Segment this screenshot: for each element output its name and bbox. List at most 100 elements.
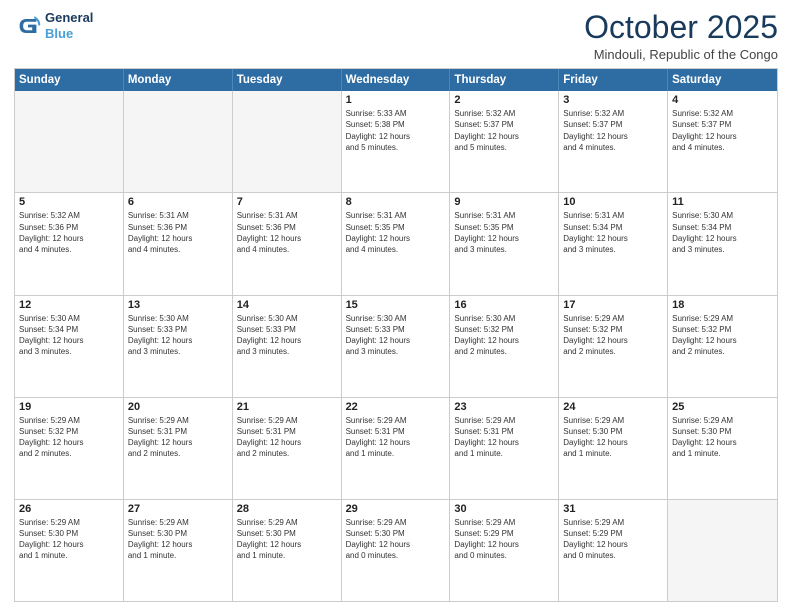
day-info: Sunrise: 5:29 AM Sunset: 5:31 PM Dayligh… — [128, 415, 228, 460]
location: Mindouli, Republic of the Congo — [584, 47, 778, 62]
day-number: 26 — [19, 503, 119, 515]
day-cell-11: 11 Sunrise: 5:30 AM Sunset: 5:34 PM Dayli… — [668, 193, 777, 294]
day-info: Sunrise: 5:30 AM Sunset: 5:34 PM Dayligh… — [672, 210, 773, 255]
day-info: Sunrise: 5:29 AM Sunset: 5:29 PM Dayligh… — [454, 517, 554, 562]
weekday-header-friday: Friday — [559, 69, 668, 91]
calendar-header: SundayMondayTuesdayWednesdayThursdayFrid… — [15, 69, 777, 91]
day-cell-3: 3 Sunrise: 5:32 AM Sunset: 5:37 PM Daylig… — [559, 91, 668, 192]
logo-line1: General — [45, 10, 93, 26]
day-cell-21: 21 Sunrise: 5:29 AM Sunset: 5:31 PM Dayli… — [233, 398, 342, 499]
day-number: 22 — [346, 401, 446, 413]
day-info: Sunrise: 5:33 AM Sunset: 5:38 PM Dayligh… — [346, 108, 446, 153]
day-cell-17: 17Sunrise: 5:29 AM Sunset: 5:32 PM Dayli… — [559, 296, 668, 397]
logo-text: General Blue — [45, 10, 93, 41]
weekday-header-thursday: Thursday — [450, 69, 559, 91]
month-title: October 2025 — [584, 10, 778, 45]
day-number: 9 — [454, 196, 554, 208]
day-info: Sunrise: 5:29 AM Sunset: 5:31 PM Dayligh… — [454, 415, 554, 460]
day-cell-2: 2Sunrise: 5:32 AM Sunset: 5:37 PM Daylig… — [450, 91, 559, 192]
day-cell-8: 8Sunrise: 5:31 AM Sunset: 5:35 PM Daylig… — [342, 193, 451, 294]
day-cell-23: 23 Sunrise: 5:29 AM Sunset: 5:31 PM Dayli… — [450, 398, 559, 499]
calendar-row-5: 26 Sunrise: 5:29 AM Sunset: 5:30 PM Dayli… — [15, 499, 777, 601]
day-number: 5 — [19, 196, 119, 208]
day-info: Sunrise: 5:30 AM Sunset: 5:33 PM Dayligh… — [346, 313, 446, 358]
day-info: Sunrise: 5:29 AM Sunset: 5:30 PM Dayligh… — [346, 517, 446, 562]
day-info: Sunrise: 5:29 AM Sunset: 5:30 PM Dayligh… — [19, 517, 119, 562]
day-number: 21 — [237, 401, 337, 413]
day-number: 1 — [346, 94, 446, 106]
day-number: 24 — [563, 401, 663, 413]
day-number: 19 — [19, 401, 119, 413]
day-cell-20: 20 Sunrise: 5:29 AM Sunset: 5:31 PM Dayli… — [124, 398, 233, 499]
day-cell-1: 1 Sunrise: 5:33 AM Sunset: 5:38 PM Daylig… — [342, 91, 451, 192]
weekday-header-tuesday: Tuesday — [233, 69, 342, 91]
day-cell-31: 31 Sunrise: 5:29 AM Sunset: 5:29 PM Dayli… — [559, 500, 668, 601]
logo-icon — [14, 12, 42, 40]
empty-cell — [124, 91, 233, 192]
day-number: 14 — [237, 299, 337, 311]
day-cell-27: 27 Sunrise: 5:29 AM Sunset: 5:30 PM Dayli… — [124, 500, 233, 601]
day-cell-18: 18Sunrise: 5:29 AM Sunset: 5:32 PM Dayli… — [668, 296, 777, 397]
day-cell-10: 10 Sunrise: 5:31 AM Sunset: 5:34 PM Dayli… — [559, 193, 668, 294]
day-number: 6 — [128, 196, 228, 208]
day-info: Sunrise: 5:30 AM Sunset: 5:33 PM Dayligh… — [237, 313, 337, 358]
day-cell-28: 28 Sunrise: 5:29 AM Sunset: 5:30 PM Dayli… — [233, 500, 342, 601]
day-info: Sunrise: 5:30 AM Sunset: 5:32 PM Dayligh… — [454, 313, 554, 358]
weekday-header-monday: Monday — [124, 69, 233, 91]
day-number: 3 — [563, 94, 663, 106]
day-info: Sunrise: 5:32 AM Sunset: 5:37 PM Dayligh… — [563, 108, 663, 153]
day-info: Sunrise: 5:29 AM Sunset: 5:29 PM Dayligh… — [563, 517, 663, 562]
day-cell-15: 15Sunrise: 5:30 AM Sunset: 5:33 PM Dayli… — [342, 296, 451, 397]
day-info: Sunrise: 5:29 AM Sunset: 5:32 PM Dayligh… — [563, 313, 663, 358]
weekday-header-saturday: Saturday — [668, 69, 777, 91]
page: General Blue October 2025 Mindouli, Repu… — [0, 0, 792, 612]
day-number: 25 — [672, 401, 773, 413]
day-info: Sunrise: 5:32 AM Sunset: 5:37 PM Dayligh… — [672, 108, 773, 153]
day-info: Sunrise: 5:31 AM Sunset: 5:35 PM Dayligh… — [454, 210, 554, 255]
day-number: 4 — [672, 94, 773, 106]
day-number: 11 — [672, 196, 773, 208]
day-info: Sunrise: 5:30 AM Sunset: 5:34 PM Dayligh… — [19, 313, 119, 358]
day-cell-30: 30 Sunrise: 5:29 AM Sunset: 5:29 PM Dayli… — [450, 500, 559, 601]
day-cell-24: 24 Sunrise: 5:29 AM Sunset: 5:30 PM Dayli… — [559, 398, 668, 499]
empty-cell — [15, 91, 124, 192]
day-number: 27 — [128, 503, 228, 515]
day-info: Sunrise: 5:31 AM Sunset: 5:35 PM Dayligh… — [346, 210, 446, 255]
calendar-row-1: 1 Sunrise: 5:33 AM Sunset: 5:38 PM Daylig… — [15, 91, 777, 192]
day-info: Sunrise: 5:29 AM Sunset: 5:31 PM Dayligh… — [237, 415, 337, 460]
day-cell-16: 16 Sunrise: 5:30 AM Sunset: 5:32 PM Dayli… — [450, 296, 559, 397]
day-cell-5: 5 Sunrise: 5:32 AM Sunset: 5:36 PM Daylig… — [15, 193, 124, 294]
day-info: Sunrise: 5:30 AM Sunset: 5:33 PM Dayligh… — [128, 313, 228, 358]
day-cell-29: 29 Sunrise: 5:29 AM Sunset: 5:30 PM Dayli… — [342, 500, 451, 601]
day-number: 29 — [346, 503, 446, 515]
weekday-header-sunday: Sunday — [15, 69, 124, 91]
day-info: Sunrise: 5:29 AM Sunset: 5:30 PM Dayligh… — [563, 415, 663, 460]
day-info: Sunrise: 5:31 AM Sunset: 5:36 PM Dayligh… — [128, 210, 228, 255]
day-number: 23 — [454, 401, 554, 413]
day-cell-26: 26 Sunrise: 5:29 AM Sunset: 5:30 PM Dayli… — [15, 500, 124, 601]
day-number: 16 — [454, 299, 554, 311]
calendar-body: 1 Sunrise: 5:33 AM Sunset: 5:38 PM Daylig… — [15, 91, 777, 601]
calendar-row-4: 19 Sunrise: 5:29 AM Sunset: 5:32 PM Dayli… — [15, 397, 777, 499]
day-info: Sunrise: 5:31 AM Sunset: 5:36 PM Dayligh… — [237, 210, 337, 255]
day-cell-19: 19 Sunrise: 5:29 AM Sunset: 5:32 PM Dayli… — [15, 398, 124, 499]
day-info: Sunrise: 5:29 AM Sunset: 5:30 PM Dayligh… — [128, 517, 228, 562]
day-number: 7 — [237, 196, 337, 208]
day-cell-12: 12Sunrise: 5:30 AM Sunset: 5:34 PM Dayli… — [15, 296, 124, 397]
day-number: 2 — [454, 94, 554, 106]
day-info: Sunrise: 5:29 AM Sunset: 5:30 PM Dayligh… — [237, 517, 337, 562]
day-cell-6: 6 Sunrise: 5:31 AM Sunset: 5:36 PM Daylig… — [124, 193, 233, 294]
day-number: 30 — [454, 503, 554, 515]
day-number: 13 — [128, 299, 228, 311]
day-info: Sunrise: 5:29 AM Sunset: 5:32 PM Dayligh… — [19, 415, 119, 460]
day-info: Sunrise: 5:31 AM Sunset: 5:34 PM Dayligh… — [563, 210, 663, 255]
day-number: 20 — [128, 401, 228, 413]
day-info: Sunrise: 5:32 AM Sunset: 5:36 PM Dayligh… — [19, 210, 119, 255]
logo: General Blue — [14, 10, 93, 41]
day-number: 31 — [563, 503, 663, 515]
day-info: Sunrise: 5:29 AM Sunset: 5:30 PM Dayligh… — [672, 415, 773, 460]
weekday-header-wednesday: Wednesday — [342, 69, 451, 91]
day-number: 28 — [237, 503, 337, 515]
day-info: Sunrise: 5:29 AM Sunset: 5:31 PM Dayligh… — [346, 415, 446, 460]
day-number: 10 — [563, 196, 663, 208]
